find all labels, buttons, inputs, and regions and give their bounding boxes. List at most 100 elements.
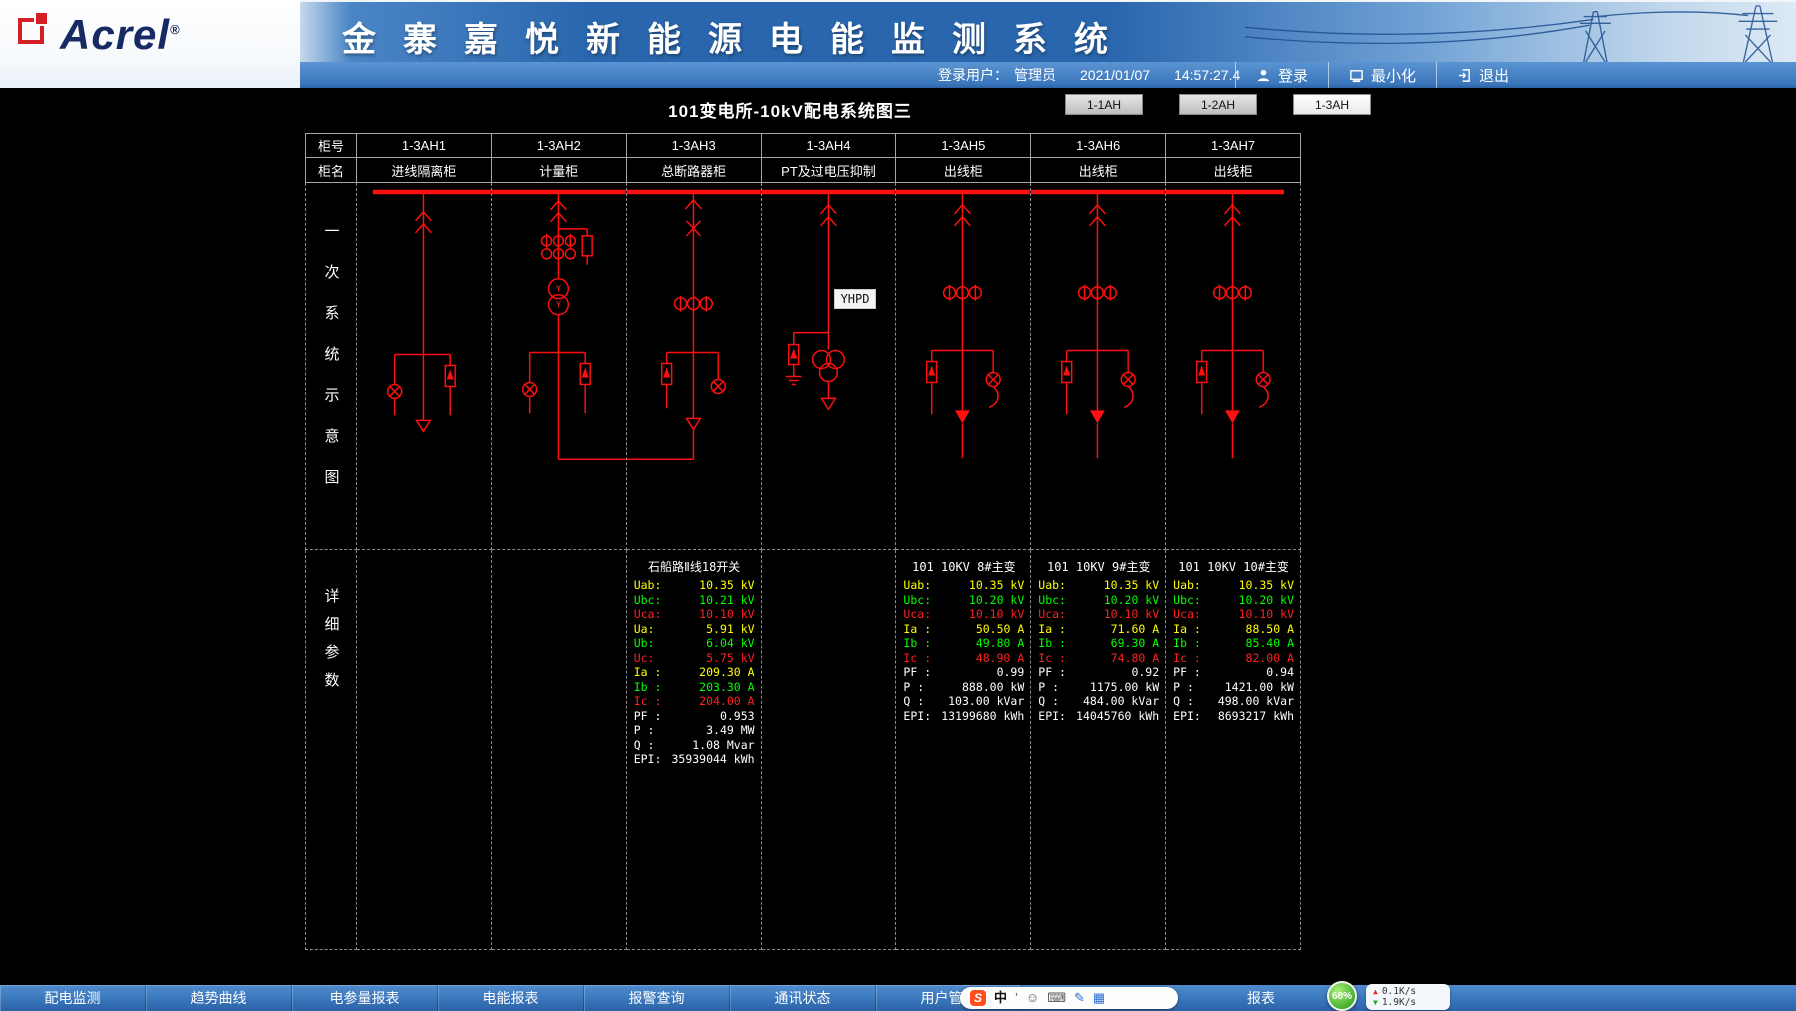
param-label: Q : [634,738,655,753]
param-label: Uab: [1038,578,1066,593]
param-value: 5.75 kV [706,651,754,666]
taskbar-button-comm-status[interactable]: 通讯状态 [730,985,876,1011]
param-value: 85.40 A [1246,636,1294,651]
cabinet-name-cell: 出线柜 [896,158,1031,183]
param-row: Ubc: 10.20 kV [903,593,1024,608]
cabinet-no-cell: 1-3AH3 [627,133,762,158]
param-label: P : [1038,680,1059,695]
network-down-speed: ▼1.9K/s [1373,997,1443,1008]
param-value: 10.20 kV [969,593,1024,608]
system-buttons: 登录 最小化 退出 [1235,62,1529,88]
header-bar: 金寨嘉悦新能源电能监测系统 登录用户：管理员2021/01/0714:57:27… [0,0,1796,88]
param-row: Q :1.08 Mvar [634,738,755,753]
cabinet-name-cell: 出线柜 [1031,158,1166,183]
ime-emoji-icon[interactable]: ☺ [1026,987,1039,1009]
sogou-logo-icon[interactable]: S [970,990,986,1006]
param-label: Uab: [634,578,662,593]
param-value: 1175.00 kW [1090,680,1159,695]
single-line-diagram-outgoing-1 [896,183,1030,549]
ime-pen-icon[interactable]: ✎ [1074,987,1085,1009]
status-strip: 登录用户：管理员2021/01/0714:57:27.4 登录 最小化 退出 [290,62,1796,88]
taskbar-button-report-partial[interactable]: 报表 [1215,985,1307,1011]
login-button[interactable]: 登录 [1235,62,1328,88]
minimize-button-label: 最小化 [1371,65,1416,86]
param-row: P :1421.00 kW [1173,680,1294,695]
param-value: 50.50 A [976,622,1024,637]
param-row: Ic :204.00 A [634,694,755,709]
param-label: P : [903,680,924,695]
taskbar-button-distribution-monitoring[interactable]: 配电监测 [0,985,146,1011]
taskbar-button-parameter-report[interactable]: 电参量报表 [292,985,438,1011]
taskbar-button-energy-report[interactable]: 电能报表 [438,985,584,1011]
cabinet-no-cell: 1-3AH7 [1166,133,1301,158]
tab-1-1ah[interactable]: 1-1AH [1065,94,1143,115]
exit-button[interactable]: 退出 [1436,62,1529,88]
app-title: 金寨嘉悦新能源电能监测系统 [342,12,1135,61]
param-value: 10.10 kV [699,607,754,622]
param-block-title: 101 10KV 10#主变 [1173,558,1294,575]
param-label: EPI: [634,752,662,767]
param-value: 1421.00 kW [1225,680,1294,695]
tab-1-3ah[interactable]: 1-3AH [1293,94,1371,115]
diagram-section-label: 一次系统示意图 [321,223,342,510]
param-label: Ubc: [903,593,931,608]
registered-mark: ® [170,22,181,37]
tray-percent-badge[interactable]: 68% [1327,981,1357,1011]
param-label: Uab: [1173,578,1201,593]
param-row: PF :0.953 [634,709,755,724]
param-value: 6.04 kV [706,636,754,651]
single-line-diagram-outgoing-2 [1031,183,1165,549]
ime-keyboard-icon[interactable]: ⌨ [1047,987,1066,1009]
param-row: Uab:10.35 kV [903,578,1024,593]
param-row: EPI:8693217 kWh [1173,709,1294,724]
param-value: 3.49 MW [706,723,754,738]
params-cell-1-3AH1 [357,550,492,950]
param-label: Ic : [634,694,662,709]
param-label: Uca: [903,607,931,622]
ime-toolbar: S中 ’ ☺ ⌨ ✎ ▦ [960,987,1178,1009]
param-row: Uca:10.10 kV [634,607,755,622]
param-value: 82.00 A [1246,651,1294,666]
param-value: 498.00 kVar [1218,694,1294,709]
param-label: EPI: [1038,709,1066,724]
tab-1-2ah[interactable]: 1-2AH [1179,94,1257,115]
ime-grid-icon[interactable]: ▦ [1093,987,1105,1009]
acrel-logo: Acrel® [60,8,181,57]
ime-punctuation-icon[interactable]: ’ [1015,987,1018,1009]
single-line-diagram-pt-overvoltage [762,183,896,549]
param-label: Ib : [1173,636,1201,651]
param-row: Uc:5.75 kV [634,651,755,666]
param-label: PF : [1173,665,1201,680]
param-row: Uab: 10.35 kV [634,578,755,593]
param-row: Ubc:10.20 kV [1173,593,1294,608]
yhpd-label: YHPD [834,289,877,309]
param-label: PF : [903,665,931,680]
cabinet-no-cell: 1-3AH2 [492,133,627,158]
param-row: Uca:10.10 kV [1038,607,1159,622]
param-label: Q : [1173,694,1194,709]
exit-icon [1457,68,1472,83]
cabinet-no-cell: 1-3AH6 [1031,133,1166,158]
taskbar: 配电监测趋势曲线电参量报表电能报表报警查询通讯状态用户管理 报表 S中’☺⌨✎▦… [0,985,1796,1011]
transmission-towers-graphic [1236,2,1796,62]
svg-text:Y: Y [556,285,562,295]
ime-lang-chinese-icon[interactable]: 中 [994,987,1007,1009]
param-label: Ic : [1173,651,1201,666]
taskbar-button-trend-curves[interactable]: 趋势曲线 [146,985,292,1011]
param-row: EPI:13199680 kWh [903,709,1024,724]
param-value: 14045760 kWh [1076,709,1159,724]
application-window: 金寨嘉悦新能源电能监测系统 登录用户：管理员2021/01/0714:57:27… [0,0,1796,1011]
param-value: 10.35 kV [699,578,754,593]
network-speed-panel: ▲0.1K/s ▼1.9K/s [1366,984,1450,1010]
minimize-button[interactable]: 最小化 [1328,62,1436,88]
param-label: Ib : [903,636,931,651]
params-cell-1-3AH4 [762,550,897,950]
param-label: Uca: [1173,607,1201,622]
single-line-diagram-incoming-isolation [357,183,491,549]
param-label: Ia : [1038,622,1066,637]
taskbar-button-alarm-query[interactable]: 报警查询 [584,985,730,1011]
param-label: Ic : [1038,651,1066,666]
param-value: 209.30 A [699,665,754,680]
param-value: 10.20 kV [1104,593,1159,608]
param-value: 88.50 A [1246,622,1294,637]
